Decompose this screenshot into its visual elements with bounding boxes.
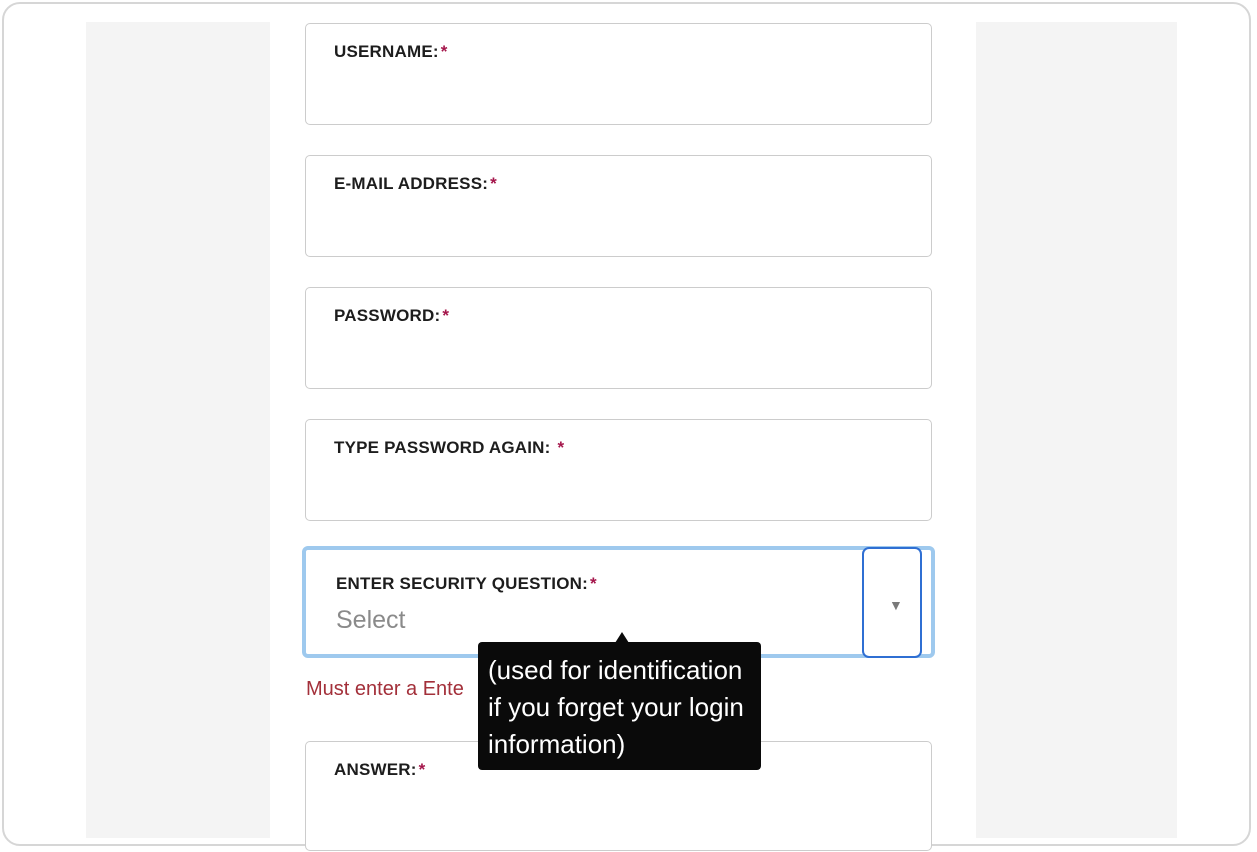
triangle-down-icon: ▼ [889, 597, 903, 613]
email-label-text: E-MAIL ADDRESS: [334, 174, 489, 193]
answer-label-text: ANSWER: [334, 760, 417, 779]
password-field[interactable]: PASSWORD: * [305, 287, 932, 389]
password-confirm-label-text: TYPE PASSWORD AGAIN: [334, 438, 556, 457]
password-confirm-label: TYPE PASSWORD AGAIN: * [334, 438, 564, 458]
tooltip-line: if you forget your login [488, 692, 744, 722]
password-confirm-field[interactable]: TYPE PASSWORD AGAIN: * [305, 419, 932, 521]
password-label-text: PASSWORD: [334, 306, 441, 325]
username-label-text: USERNAME: [334, 42, 439, 61]
email-field[interactable]: E-MAIL ADDRESS: * [305, 155, 932, 257]
email-label: E-MAIL ADDRESS: * [334, 174, 497, 194]
help-tooltip: (used for identification if you forget y… [478, 642, 761, 770]
required-asterisk: * [557, 438, 565, 457]
left-gutter [86, 22, 270, 838]
username-field[interactable]: USERNAME: * [305, 23, 932, 125]
required-asterisk: * [440, 42, 448, 61]
tooltip-line: information) [488, 729, 626, 759]
required-asterisk: * [442, 306, 450, 325]
validation-error-message: Must enter a Ente [306, 678, 464, 700]
security-question-label: ENTER SECURITY QUESTION: * [336, 574, 597, 594]
security-question-value[interactable]: Select [336, 606, 405, 635]
required-asterisk: * [418, 760, 426, 779]
tooltip-line: (used for identification [488, 655, 743, 685]
dropdown-toggle[interactable]: ▼ [862, 547, 922, 658]
security-question-label-text: ENTER SECURITY QUESTION: [336, 574, 588, 593]
answer-label: ANSWER: * [334, 760, 425, 780]
password-label: PASSWORD: * [334, 306, 449, 326]
right-gutter [976, 22, 1177, 838]
username-label: USERNAME: * [334, 42, 448, 62]
required-asterisk: * [490, 174, 497, 193]
required-asterisk: * [589, 574, 597, 593]
